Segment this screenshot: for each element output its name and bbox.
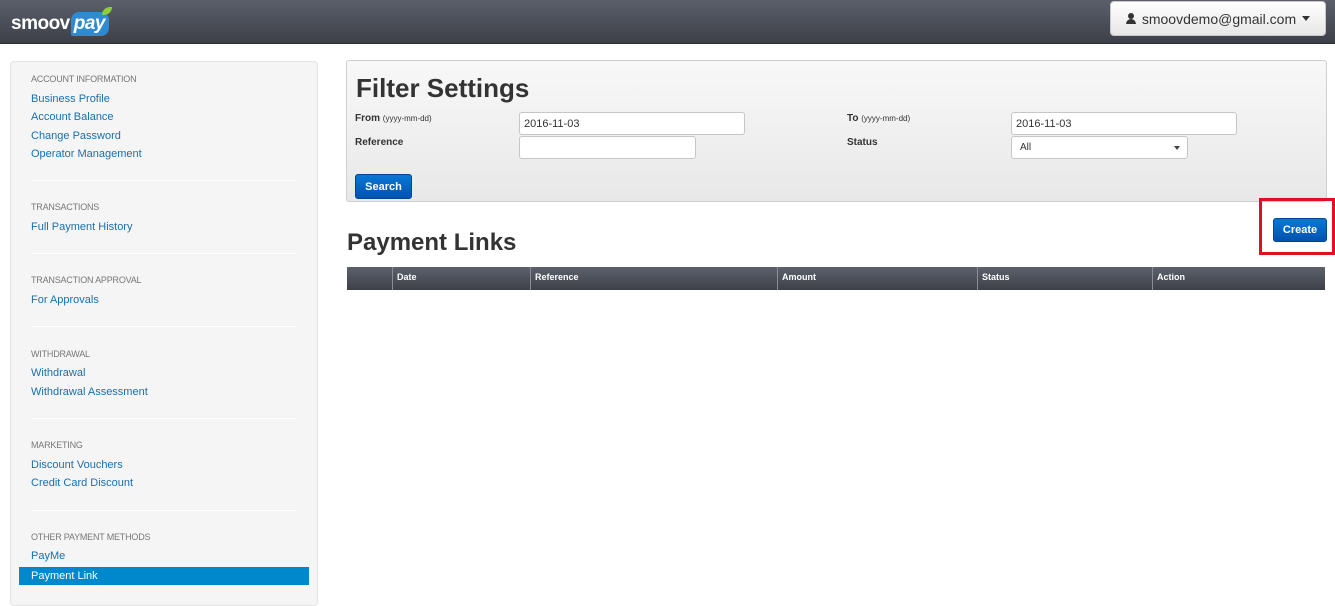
user-icon: [1125, 12, 1136, 25]
sidebar-item-for-approvals[interactable]: For Approvals: [31, 294, 99, 306]
sidebar-item-full-payment-history[interactable]: Full Payment History: [31, 221, 132, 233]
create-button[interactable]: Create: [1273, 218, 1327, 242]
to-date-input[interactable]: [1011, 112, 1237, 135]
from-date-input[interactable]: [519, 112, 745, 135]
leaf-icon: [102, 7, 112, 15]
sidebar-header-marketing: MARKETING: [31, 440, 83, 450]
sidebar-header-transaction-approval: TRANSACTION APPROVAL: [31, 275, 142, 285]
sidebar-header-account-information: ACCOUNT INFORMATION: [31, 74, 137, 84]
from-date-hint: (yyyy-mm-dd): [382, 114, 432, 123]
sidebar-header-other-payment-methods: OTHER PAYMENT METHODS: [31, 532, 151, 542]
from-date-label: From (yyyy-mm-dd): [355, 113, 432, 124]
sidebar-divider: [31, 418, 297, 419]
sidebar-item-account-balance[interactable]: Account Balance: [31, 111, 114, 123]
column-header-amount[interactable]: Amount: [778, 267, 978, 290]
sidebar-item-discount-vouchers[interactable]: Discount Vouchers: [31, 459, 123, 471]
reference-label: Reference: [355, 137, 404, 148]
column-header-status[interactable]: Status: [978, 267, 1153, 290]
logo-text-smoov: smoov: [11, 13, 70, 34]
from-label-text: From: [355, 113, 380, 124]
sidebar: ACCOUNT INFORMATION Business Profile Acc…: [10, 61, 318, 606]
reference-input[interactable]: [519, 136, 696, 159]
sidebar-divider: [31, 510, 297, 511]
sidebar-item-payment-link[interactable]: Payment Link: [19, 567, 309, 585]
sidebar-item-credit-card-discount[interactable]: Credit Card Discount: [31, 477, 133, 489]
to-date-hint: (yyyy-mm-dd): [861, 114, 911, 123]
to-date-label: To (yyyy-mm-dd): [847, 113, 910, 124]
status-select-value: All: [1020, 142, 1032, 153]
filter-settings-title: Filter Settings: [356, 73, 530, 103]
sidebar-item-operator-management[interactable]: Operator Management: [31, 148, 142, 160]
payment-links-table-header: Date Reference Amount Status Action: [347, 267, 1325, 290]
logo-text-pay: pay: [70, 7, 112, 36]
caret-down-icon: [1302, 16, 1311, 21]
sidebar-item-withdrawal-assessment[interactable]: Withdrawal Assessment: [31, 386, 148, 398]
smoovpay-logo[interactable]: smoov pay: [11, 6, 112, 36]
sidebar-header-transactions: TRANSACTIONS: [31, 202, 100, 212]
sidebar-item-withdrawal[interactable]: Withdrawal: [31, 367, 85, 379]
column-header-date[interactable]: Date: [393, 267, 531, 290]
status-label: Status: [847, 137, 878, 148]
column-header-reference[interactable]: Reference: [531, 267, 778, 290]
sidebar-divider: [31, 253, 297, 254]
sidebar-header-withdrawal: WITHDRAWAL: [31, 349, 90, 359]
logo-text-pay-label: pay: [73, 13, 106, 34]
search-button[interactable]: Search: [355, 174, 412, 199]
filter-settings-panel: Filter Settings From (yyyy-mm-dd) To (yy…: [346, 60, 1327, 202]
sidebar-item-change-password[interactable]: Change Password: [31, 130, 121, 142]
user-menu-button[interactable]: smoovdemo@gmail.com: [1110, 1, 1326, 36]
payment-links-title: Payment Links: [347, 229, 517, 256]
status-select[interactable]: All: [1011, 136, 1188, 159]
sidebar-divider: [31, 180, 297, 181]
sidebar-item-business-profile[interactable]: Business Profile: [31, 93, 110, 105]
top-navbar: smoov pay smoovdemo@gmail.com: [0, 0, 1335, 44]
user-email: smoovdemo@gmail.com: [1141, 10, 1297, 27]
column-header-action[interactable]: Action: [1153, 267, 1325, 290]
sidebar-item-payme[interactable]: PayMe: [31, 550, 65, 562]
column-header-select[interactable]: [347, 267, 393, 290]
to-label-text: To: [847, 113, 859, 124]
select-arrow-icon: [1174, 146, 1180, 150]
sidebar-divider: [31, 326, 297, 327]
